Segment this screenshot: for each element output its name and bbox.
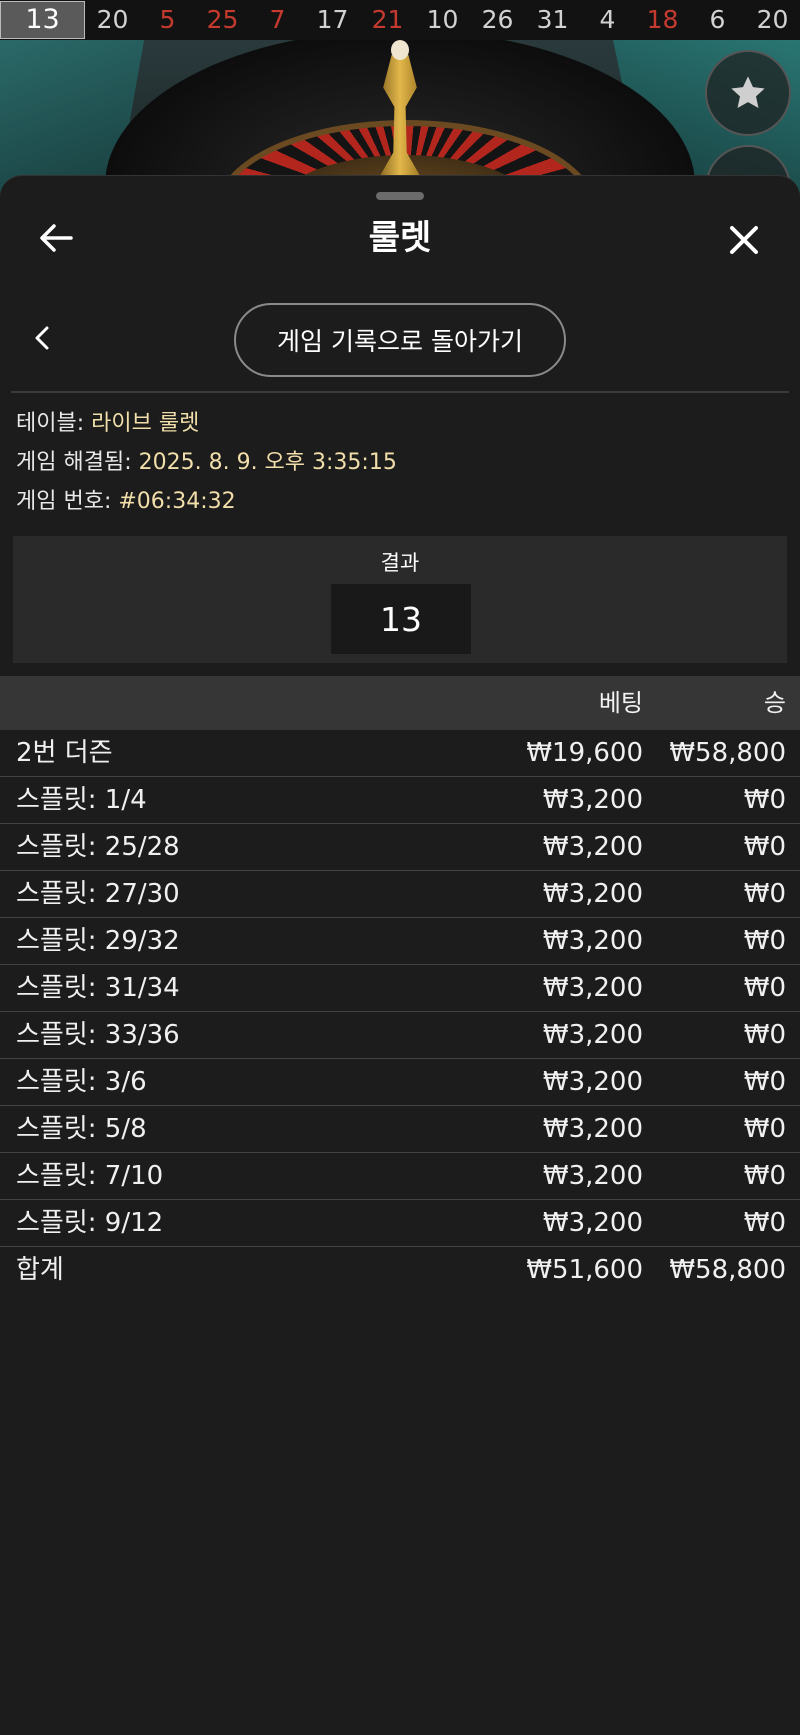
win-amount: ₩0 <box>743 785 786 815</box>
result-number: 31 <box>536 5 569 34</box>
result-number: 20 <box>96 5 129 34</box>
table-row: 스플릿: 25/28 ₩3,200 ₩0 <box>0 824 800 871</box>
star-icon <box>731 76 765 108</box>
info-table-label: 테이블: <box>16 411 92 436</box>
bet-name: 스플릿: 33/36 <box>16 1020 180 1050</box>
back-to-history-button[interactable]: 게임 기록으로 돌아가기 <box>234 303 566 377</box>
bet-name: 합계 <box>16 1255 64 1285</box>
win-amount: ₩0 <box>743 1067 786 1097</box>
win-amount: ₩58,800 <box>669 738 786 768</box>
bet-amount: ₩3,200 <box>542 973 643 1003</box>
result-number: 17 <box>316 5 349 34</box>
bet-amount: ₩3,200 <box>542 785 643 815</box>
info-resolved: 게임 해결됨: 2025. 8. 9. 오후 3:35:15 <box>16 447 397 479</box>
divider <box>11 391 789 393</box>
result-number: 21 <box>371 5 404 34</box>
bet-amount: ₩3,200 <box>542 879 643 909</box>
previous-game-button[interactable] <box>30 323 54 353</box>
table-row: 스플릿: 9/12 ₩3,200 ₩0 <box>0 1200 800 1247</box>
game-history-sheet: 룰렛 게임 기록으로 돌아가기 테이블: 라이브 룰렛 게임 해결됨: 2025… <box>0 175 800 1735</box>
win-amount: ₩0 <box>743 1208 786 1238</box>
win-amount: ₩0 <box>743 1020 786 1050</box>
column-header-bet: 베팅 <box>598 689 643 717</box>
bet-name: 2번 더즌 <box>16 738 113 768</box>
close-button[interactable] <box>722 218 766 262</box>
close-icon <box>730 226 758 254</box>
bet-name: 스플릿: 1/4 <box>16 785 147 815</box>
bets-table-body: 2번 더즌 ₩19,600 ₩58,800 스플릿: 1/4 ₩3,200 ₩0 스플릿: … <box>0 730 800 1293</box>
result-value: 13 <box>331 584 471 654</box>
win-amount: ₩0 <box>743 973 786 1003</box>
result-number: 25 <box>206 5 239 34</box>
win-amount: ₩58,800 <box>669 1255 786 1285</box>
chevron-left-icon <box>35 326 49 350</box>
info-resolved-label: 게임 해결됨: <box>16 450 139 475</box>
bet-name: 스플릿: 3/6 <box>16 1067 147 1097</box>
total-row: 합계 ₩51,600 ₩58,800 <box>0 1247 800 1293</box>
bet-name: 스플릿: 25/28 <box>16 832 180 862</box>
result-label: 결과 <box>380 551 420 575</box>
sheet-drag-handle[interactable] <box>376 192 424 200</box>
favorite-button[interactable] <box>705 50 791 136</box>
latest-result-number: 13 <box>0 1 85 39</box>
table-row: 스플릿: 29/32 ₩3,200 ₩0 <box>0 918 800 965</box>
win-amount: ₩0 <box>743 832 786 862</box>
table-row: 스플릿: 3/6 ₩3,200 ₩0 <box>0 1059 800 1106</box>
bet-name: 스플릿: 27/30 <box>16 879 180 909</box>
result-number: 10 <box>426 5 459 34</box>
result-number: 4 <box>599 5 616 34</box>
info-game-number: 게임 번호: #06:34:32 <box>16 486 236 518</box>
bet-amount: ₩3,200 <box>542 1161 643 1191</box>
bet-amount: ₩51,600 <box>526 1255 643 1285</box>
bet-amount: ₩3,200 <box>542 1114 643 1144</box>
table-row: 스플릿: 27/30 ₩3,200 ₩0 <box>0 871 800 918</box>
result-number: 18 <box>646 5 679 34</box>
bet-amount: ₩3,200 <box>542 926 643 956</box>
bets-table-header: 베팅 승 <box>0 676 800 730</box>
table-row: 스플릿: 31/34 ₩3,200 ₩0 <box>0 965 800 1012</box>
bet-amount: ₩3,200 <box>542 1208 643 1238</box>
bet-name: 스플릿: 29/32 <box>16 926 180 956</box>
result-number: 26 <box>481 5 514 34</box>
page-title: 룰렛 <box>368 218 432 258</box>
column-header-win: 승 <box>763 689 786 717</box>
info-game-number-label: 게임 번호: <box>16 489 119 514</box>
bet-name: 스플릿: 7/10 <box>16 1161 164 1191</box>
result-number: 5 <box>159 5 176 34</box>
win-amount: ₩0 <box>743 1161 786 1191</box>
result-number: 7 <box>269 5 286 34</box>
win-amount: ₩0 <box>743 879 786 909</box>
bet-amount: ₩3,200 <box>542 1020 643 1050</box>
result-panel: 결과 13 <box>13 536 787 663</box>
table-row: 스플릿: 5/8 ₩3,200 ₩0 <box>0 1106 800 1153</box>
bet-name: 스플릿: 5/8 <box>16 1114 147 1144</box>
roulette-spindle-top <box>391 40 409 60</box>
table-row: 스플릿: 1/4 ₩3,200 ₩0 <box>0 777 800 824</box>
bet-amount: ₩3,200 <box>542 832 643 862</box>
result-number: 20 <box>756 5 789 34</box>
info-table: 테이블: 라이브 룰렛 <box>16 408 199 440</box>
win-amount: ₩0 <box>743 1114 786 1144</box>
info-game-number-value: #06:34:32 <box>118 489 236 514</box>
info-resolved-value: 2025. 8. 9. 오후 3:35:15 <box>138 450 397 475</box>
bet-name: 스플릿: 31/34 <box>16 973 180 1003</box>
bet-amount: ₩3,200 <box>542 1067 643 1097</box>
bet-amount: ₩19,600 <box>526 738 643 768</box>
bet-name: 스플릿: 9/12 <box>16 1208 164 1238</box>
info-table-value: 라이브 룰렛 <box>91 411 200 436</box>
win-amount: ₩0 <box>743 926 786 956</box>
recent-results-strip: 13 20 5 25 7 17 21 10 26 31 4 18 6 20 <box>0 0 800 40</box>
result-number: 6 <box>709 5 726 34</box>
table-row: 스플릿: 7/10 ₩3,200 ₩0 <box>0 1153 800 1200</box>
table-row: 2번 더즌 ₩19,600 ₩58,800 <box>0 730 800 777</box>
table-row: 스플릿: 33/36 ₩3,200 ₩0 <box>0 1012 800 1059</box>
